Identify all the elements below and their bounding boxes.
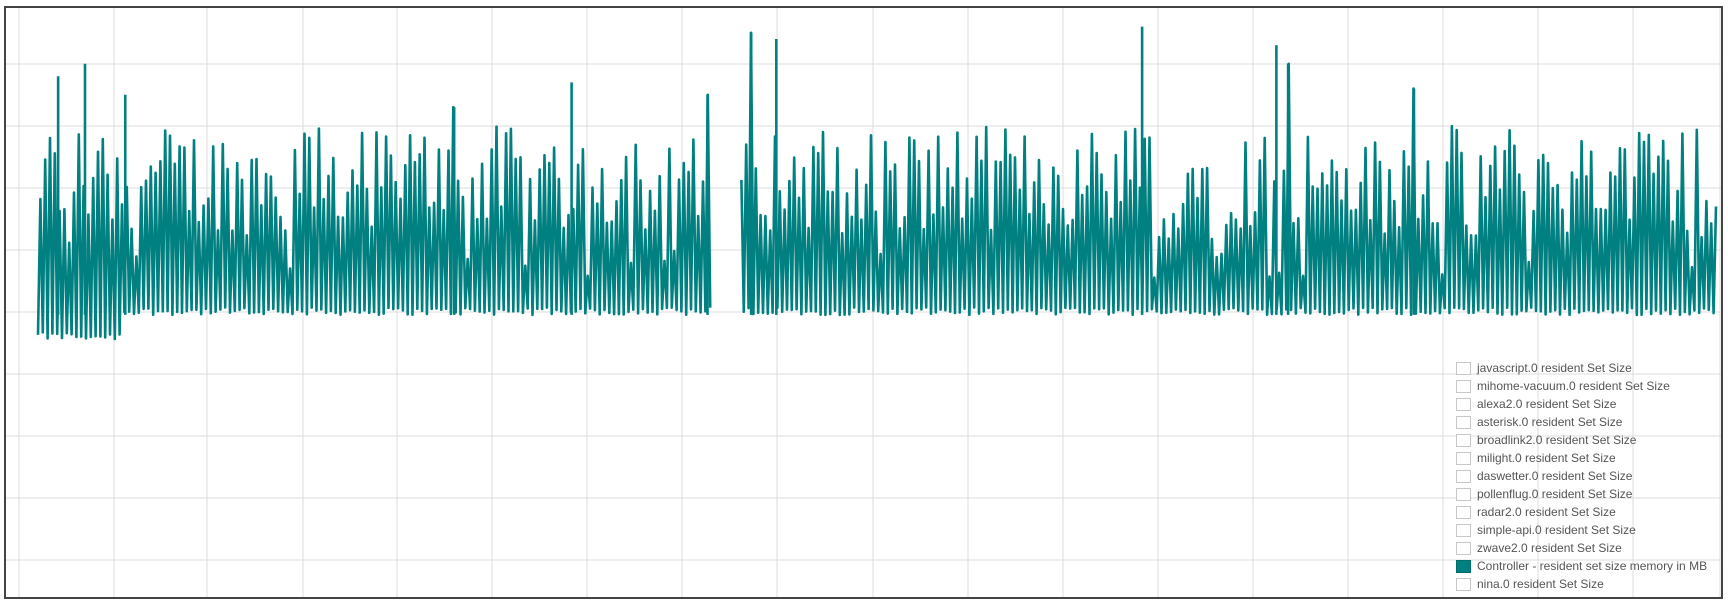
legend-item[interactable]: mihome-vacuum.0 resident Set Size [1456,377,1707,395]
legend-item[interactable]: simple-api.0 resident Set Size [1456,521,1707,539]
legend-item[interactable]: milight.0 resident Set Size [1456,449,1707,467]
legend-label: simple-api.0 resident Set Size [1477,523,1636,537]
legend-label: daswetter.0 resident Set Size [1477,469,1633,483]
legend-checkbox[interactable] [1456,505,1471,519]
legend-checkbox[interactable] [1456,415,1471,429]
series-line-controller-rss-segment-1[interactable] [740,31,1718,317]
legend-label: broadlink2.0 resident Set Size [1477,433,1637,447]
legend: javascript.0 resident Set Size mihome-vac… [1456,359,1707,593]
legend-label: milight.0 resident Set Size [1477,451,1616,465]
legend-label: radar2.0 resident Set Size [1477,505,1616,519]
legend-item[interactable]: radar2.0 resident Set Size [1456,503,1707,521]
legend-checkbox[interactable] [1456,523,1471,537]
legend-checkbox[interactable] [1456,559,1471,573]
legend-checkbox[interactable] [1456,487,1471,501]
legend-checkbox[interactable] [1456,577,1471,591]
legend-item[interactable]: daswetter.0 resident Set Size [1456,467,1707,485]
series-line-controller-rss-segment-0[interactable] [36,93,712,341]
legend-item[interactable]: pollenflug.0 resident Set Size [1456,485,1707,503]
legend-checkbox[interactable] [1456,361,1471,375]
legend-checkbox[interactable] [1456,451,1471,465]
legend-checkbox[interactable] [1456,397,1471,411]
legend-checkbox[interactable] [1456,541,1471,555]
legend-label: asterisk.0 resident Set Size [1477,415,1623,429]
legend-item[interactable]: alexa2.0 resident Set Size [1456,395,1707,413]
legend-item[interactable]: Controller - resident set size memory in… [1456,557,1707,575]
legend-label: alexa2.0 resident Set Size [1477,397,1617,411]
legend-label: Controller - resident set size memory in… [1477,559,1708,573]
legend-item[interactable]: javascript.0 resident Set Size [1456,359,1707,377]
legend-label: mihome-vacuum.0 resident Set Size [1477,379,1670,393]
legend-label: javascript.0 resident Set Size [1477,361,1632,375]
legend-checkbox[interactable] [1456,379,1471,393]
legend-checkbox[interactable] [1456,469,1471,483]
legend-label: zwave2.0 resident Set Size [1477,541,1622,555]
series-layer [36,26,1718,341]
legend-item[interactable]: zwave2.0 resident Set Size [1456,539,1707,557]
legend-item[interactable]: asterisk.0 resident Set Size [1456,413,1707,431]
legend-label: nina.0 resident Set Size [1477,577,1604,591]
legend-item[interactable]: broadlink2.0 resident Set Size [1456,431,1707,449]
chart-frame: javascript.0 resident Set Size mihome-vac… [4,6,1723,599]
legend-checkbox[interactable] [1456,433,1471,447]
legend-label: pollenflug.0 resident Set Size [1477,487,1633,501]
legend-item[interactable]: nina.0 resident Set Size [1456,575,1707,593]
